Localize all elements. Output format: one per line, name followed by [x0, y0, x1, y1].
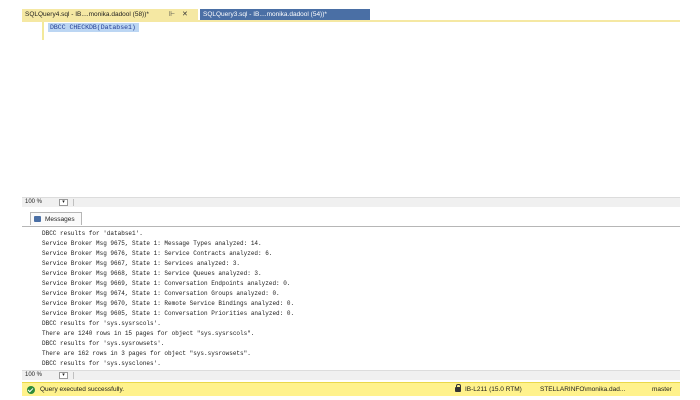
zoom-level[interactable]: 100 %: [25, 371, 42, 380]
close-icon[interactable]: ✕: [182, 9, 188, 20]
message-line: There are 1240 rows in 15 pages for obje…: [42, 330, 255, 337]
message-line: Service Broker Msg 9675, State 1: Messag…: [42, 240, 262, 247]
divider: [73, 372, 74, 379]
ssms-window: SQLQuery4.sql - IB....monika.dadool (58)…: [0, 0, 700, 400]
database-name: master: [652, 386, 672, 393]
divider: [73, 199, 74, 206]
message-line: Service Broker Msg 9669, State 1: Conver…: [42, 280, 291, 287]
document-tab-bar: SQLQuery4.sql - IB....monika.dadool (58)…: [22, 9, 680, 20]
login-name: STELLARINFO\monika.dad...: [540, 386, 626, 393]
pin-icon[interactable]: ⊩: [169, 9, 175, 20]
messages-icon: [34, 216, 41, 222]
message-line: Service Broker Msg 9674, State 1: Conver…: [42, 290, 280, 297]
message-line: Service Broker Msg 9668, State 1: Servic…: [42, 270, 262, 277]
tab-underline: [22, 20, 680, 22]
message-line: DBCC results for 'databse1'.: [42, 230, 143, 237]
tab-sqlquery4[interactable]: SQLQuery4.sql - IB....monika.dadool (58)…: [22, 9, 198, 20]
zoom-level[interactable]: 100 %: [25, 198, 42, 207]
chevron-down-icon[interactable]: ▾: [59, 372, 68, 379]
chevron-down-icon[interactable]: ▾: [59, 199, 68, 206]
tab-messages-label: Messages: [45, 216, 75, 223]
change-marker: [42, 22, 44, 40]
message-line: Service Broker Msg 9670, State 1: Remote…: [42, 300, 295, 307]
tab-title: SQLQuery3.sql - IB....monika.dadool (54)…: [203, 11, 327, 18]
results-tab-strip: Messages: [22, 211, 680, 226]
message-line: Service Broker Msg 9676, State 1: Servic…: [42, 250, 273, 257]
success-check-icon: [27, 386, 35, 394]
message-line: DBCC results for 'sys.sysclones'.: [42, 360, 161, 367]
message-line: Service Broker Msg 9605, State 1: Conver…: [42, 310, 295, 317]
message-line: There are 162 rows in 3 pages for object…: [42, 350, 251, 357]
editor-gutter: [22, 22, 40, 196]
tab-sqlquery3[interactable]: SQLQuery3.sql - IB....monika.dadool (54)…: [200, 9, 370, 20]
results-zoom-bar: 100 % ▾: [22, 370, 680, 380]
tab-title: SQLQuery4.sql - IB....monika.dadool (58)…: [25, 11, 149, 18]
lock-icon: [455, 384, 461, 392]
status-bar: Query executed successfully. IB-L211 (15…: [22, 382, 680, 396]
message-line: DBCC results for 'sys.sysrowsets'.: [42, 340, 165, 347]
message-line: DBCC results for 'sys.sysrscols'.: [42, 320, 161, 327]
status-message: Query executed successfully.: [40, 386, 125, 393]
server-name: IB-L211 (15.0 RTM): [465, 386, 522, 393]
messages-pane[interactable]: DBCC results for 'databse1'. Service Bro…: [22, 226, 680, 370]
message-line: Service Broker Msg 9667, State 1: Servic…: [42, 260, 241, 267]
query-editor-text[interactable]: DBCC CHECKDB(Databse1): [48, 23, 139, 32]
editor-zoom-bar: 100 % ▾: [22, 197, 680, 207]
tab-messages[interactable]: Messages: [30, 212, 82, 225]
